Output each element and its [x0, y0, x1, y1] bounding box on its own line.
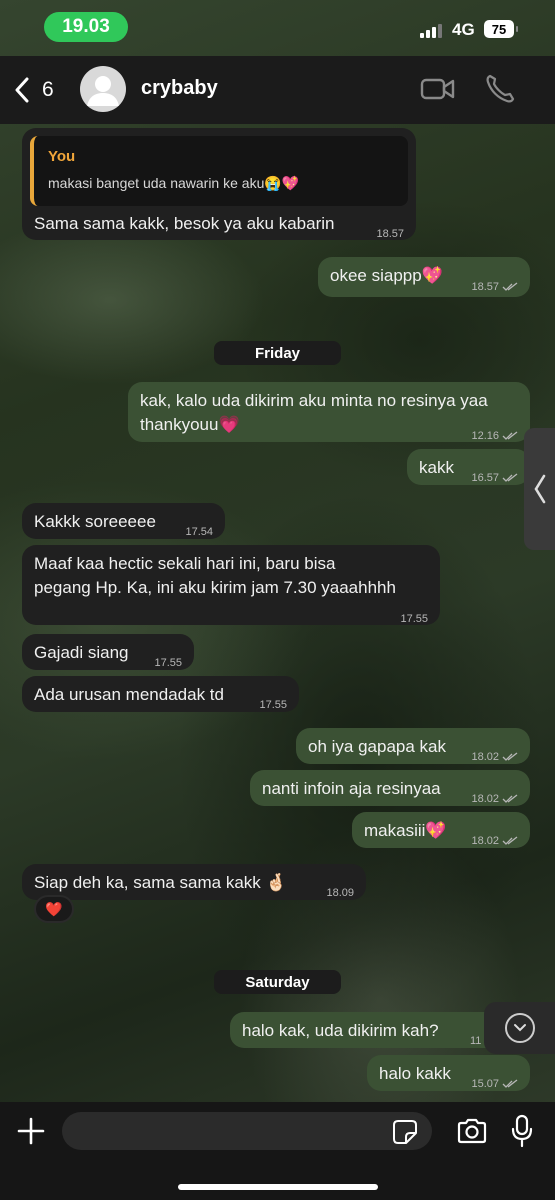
message-bubble-outgoing[interactable]: oh iya gapapa kak 18.02	[296, 728, 530, 764]
message-time: 12.16	[471, 430, 499, 442]
message-text: Sama sama kakk, besok ya aku kabarin	[34, 214, 335, 233]
message-bubble-outgoing[interactable]: okee siappp💖 18.57	[318, 257, 530, 297]
camera-icon[interactable]	[456, 1117, 488, 1145]
double-check-icon	[502, 836, 518, 846]
message-bubble-outgoing[interactable]: halo kakk 15.07	[367, 1055, 530, 1091]
message-time: 18.09	[326, 887, 354, 899]
side-panel-handle[interactable]	[524, 428, 555, 550]
date-separator: Friday	[214, 341, 341, 365]
message-time: 18.02	[471, 751, 499, 763]
message-text-line2: pegang Hp. Ka, ini aku kirim jam 7.30 ya…	[34, 578, 396, 597]
message-text: Siap deh ka, sama sama kakk 🤞🏻	[34, 873, 287, 892]
signal-icon	[420, 22, 442, 38]
message-text: kak, kalo uda dikirim aku minta no resin…	[140, 391, 488, 410]
double-check-icon	[502, 473, 518, 483]
quote-text: makasi banget uda nawarin ke aku😭💖	[48, 175, 300, 191]
date-separator: Saturday	[214, 970, 341, 994]
chat-header: 6 crybaby	[0, 56, 555, 124]
message-time: 11	[470, 1035, 482, 1047]
message-bubble-outgoing[interactable]: nanti infoin aja resinyaa 18.02	[250, 770, 530, 806]
contact-name[interactable]: crybaby	[141, 77, 218, 100]
scroll-to-bottom-button[interactable]	[484, 1002, 555, 1054]
message-time: 18.57	[376, 228, 404, 240]
status-bar: 19.03 4G 75	[0, 0, 555, 56]
quoted-message[interactable]: You makasi banget uda nawarin ke aku😭💖	[30, 136, 408, 206]
message-time: 18.57	[471, 281, 499, 293]
microphone-icon[interactable]	[510, 1114, 534, 1148]
message-time: 18.02	[471, 835, 499, 847]
message-time: 18.02	[471, 793, 499, 805]
message-bubble-incoming[interactable]: Ada urusan mendadak td 17.55	[22, 676, 299, 712]
phone-icon[interactable]	[484, 73, 516, 105]
message-text: halo kak, uda dikirim kah?	[242, 1021, 439, 1040]
battery-icon: 75	[484, 20, 518, 38]
unread-count: 6	[42, 78, 54, 101]
chevron-left-icon	[15, 77, 29, 103]
message-text: Gajadi siang	[34, 643, 129, 662]
message-text: Ada urusan mendadak td	[34, 685, 224, 704]
message-bubble-reply[interactable]: You makasi banget uda nawarin ke aku😭💖 S…	[22, 128, 416, 240]
reaction-badge[interactable]: ❤️	[34, 895, 74, 923]
plus-icon[interactable]	[16, 1116, 46, 1146]
message-bubble-incoming[interactable]: Kakkk soreeeee 17.54	[22, 503, 225, 539]
person-icon	[87, 76, 119, 106]
message-text: kakk	[419, 458, 454, 477]
video-camera-icon[interactable]	[420, 76, 456, 102]
message-text: oh iya gapapa kak	[308, 737, 446, 756]
message-text: Kakkk soreeeee	[34, 512, 156, 531]
message-text: makasiii💖	[364, 821, 447, 840]
message-text-line2: thankyouu💗	[140, 415, 240, 434]
message-time: 17.55	[259, 699, 287, 711]
double-check-icon	[502, 282, 518, 292]
home-indicator	[178, 1184, 378, 1190]
message-bubble-incoming[interactable]: Maaf kaa hectic sekali hari ini, baru bi…	[22, 545, 440, 625]
avatar[interactable]	[80, 66, 126, 112]
message-bubble-incoming[interactable]: Siap deh ka, sama sama kakk 🤞🏻 18.09	[22, 864, 366, 900]
sticker-icon[interactable]	[392, 1119, 418, 1145]
message-time: 15.07	[471, 1078, 499, 1090]
back-button[interactable]: 6	[14, 74, 64, 106]
message-time: 17.54	[185, 526, 213, 538]
message-text: halo kakk	[379, 1064, 451, 1083]
double-check-icon	[502, 794, 518, 804]
quote-author: You	[48, 148, 76, 165]
chevron-left-icon	[533, 474, 545, 504]
double-check-icon	[502, 431, 518, 441]
network-label: 4G	[452, 20, 475, 39]
message-time: 17.55	[400, 613, 428, 625]
message-text: nanti infoin aja resinyaa	[262, 779, 441, 798]
double-check-icon	[502, 752, 518, 762]
status-time: 19.03	[44, 12, 128, 42]
chevron-down-icon	[513, 1024, 526, 1032]
message-bubble-outgoing[interactable]: kakk 16.57	[407, 449, 530, 485]
message-text: Maaf kaa hectic sekali hari ini, baru bi…	[34, 554, 336, 573]
message-bubble-incoming[interactable]: Gajadi siang 17.55	[22, 634, 194, 670]
message-time: 16.57	[471, 472, 499, 484]
message-text: okee siappp💖	[330, 266, 443, 285]
composer-bar	[0, 1102, 555, 1200]
message-time: 17.55	[154, 657, 182, 669]
message-bubble-outgoing[interactable]: kak, kalo uda dikirim aku minta no resin…	[128, 382, 530, 442]
double-check-icon	[502, 1079, 518, 1089]
message-input[interactable]	[62, 1112, 432, 1150]
message-bubble-outgoing[interactable]: makasiii💖 18.02	[352, 812, 530, 848]
